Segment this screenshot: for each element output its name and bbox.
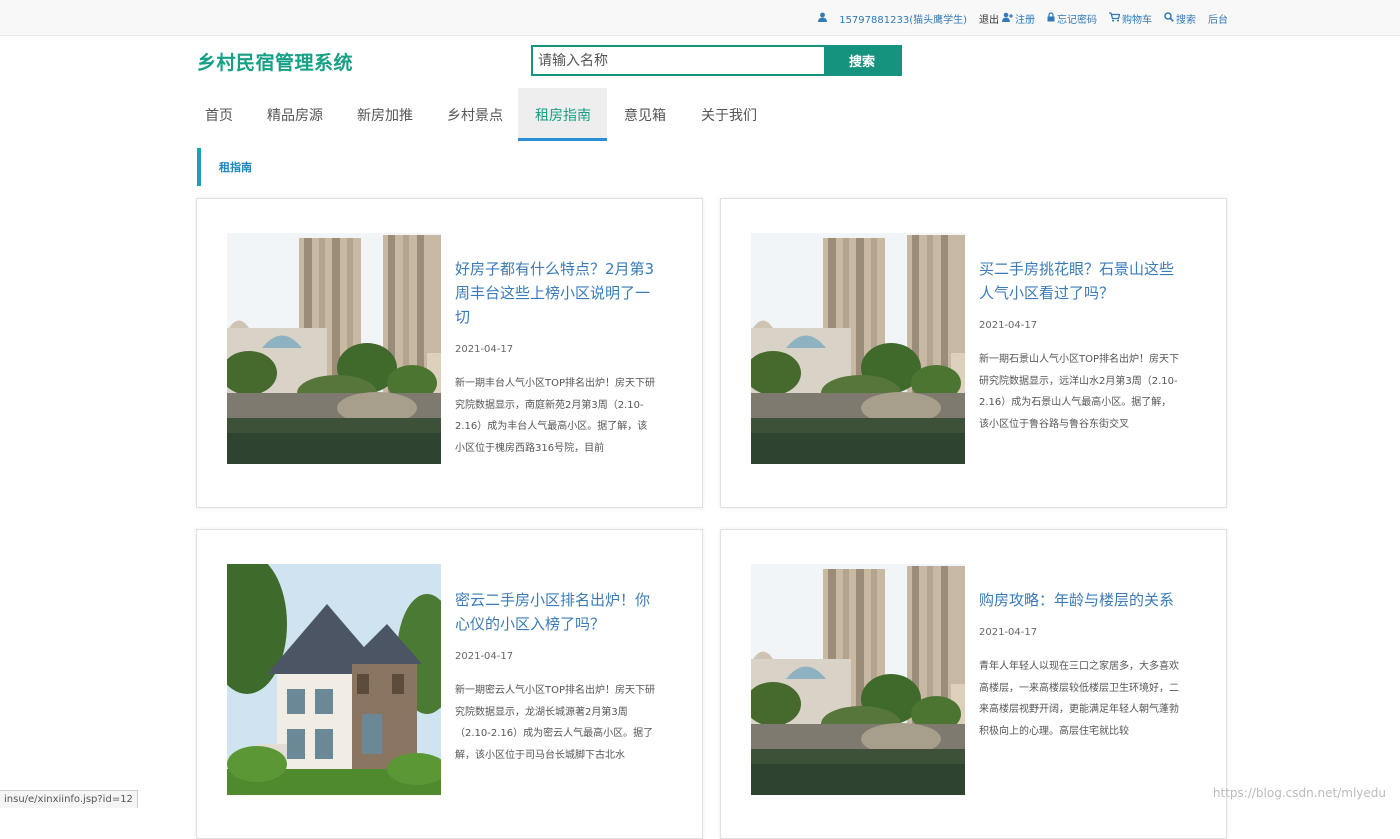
nav-feedback[interactable]: 意见箱: [607, 88, 681, 141]
nav-new-listings[interactable]: 新房加推: [338, 88, 428, 141]
forgot-password-label: 忘记密码: [1057, 14, 1097, 26]
article-title[interactable]: 买二手房挑花眼？石景山这些人气小区看过了吗？: [979, 257, 1179, 305]
article-summary: 新一期密云人气小区TOP排名出炉！房天下研究院数据显示，龙湖长城源著2月第3周（…: [455, 685, 655, 761]
nav-about[interactable]: 关于我们: [681, 88, 772, 141]
watermark-text: https://blog.csdn.net/mlyedu: [1212, 786, 1386, 800]
building-photo[interactable]: [751, 233, 965, 464]
villa-photo[interactable]: [227, 564, 441, 795]
article-summary: 青年人年轻人以现在三口之家居多，大多喜欢高楼层，一来高楼层较低楼层卫生环境好，二…: [979, 661, 1179, 737]
article-card[interactable]: 密云二手房小区排名出炉！你心仪的小区入榜了吗？ 2021-04-17 新一期密云…: [196, 529, 703, 839]
article-info: 买二手房挑花眼？石景山这些人气小区看过了吗？ 2021-04-17 新一期石景山…: [979, 257, 1179, 435]
cart-label: 购物车: [1122, 14, 1152, 26]
article-date: 2021-04-17: [455, 651, 514, 662]
search-input[interactable]: [533, 47, 824, 74]
search-icon: [1164, 11, 1174, 25]
article-summary: 新一期丰台人气小区TOP排名出炉！房天下研究院数据显示，南庭新苑2月第3周（2.…: [455, 378, 655, 454]
search-link[interactable]: 搜索: [1164, 11, 1196, 26]
top-bar: 15797881233(猫头鹰学生) 退出 注册 忘记密码 购物车 搜索 后台: [0, 0, 1400, 36]
article-card[interactable]: 好房子都有什么特点？2月第3周丰台这些上榜小区说明了一切 2021-04-17 …: [196, 198, 703, 508]
building-photo[interactable]: [751, 564, 965, 795]
article-card[interactable]: 买二手房挑花眼？石景山这些人气小区看过了吗？ 2021-04-17 新一期石景山…: [720, 198, 1227, 508]
browser-status-bar: insu/e/xinxiinfo.jsp?id=12: [0, 790, 138, 808]
main-nav: 首页 精品房源 新房加推 乡村景点 租房指南 意见箱 关于我们: [197, 88, 772, 141]
article-date: 2021-04-17: [979, 320, 1038, 331]
search-link-label: 搜索: [1176, 14, 1196, 26]
cart-icon: [1109, 11, 1121, 25]
article-title[interactable]: 密云二手房小区排名出炉！你心仪的小区入榜了吗？: [455, 588, 655, 636]
article-title[interactable]: 好房子都有什么特点？2月第3周丰台这些上榜小区说明了一切: [455, 257, 655, 329]
top-links: 15797881233(猫头鹰学生) 退出 注册 忘记密码 购物车 搜索 后台: [806, 0, 1228, 36]
article-title[interactable]: 购房攻略：年龄与楼层的关系: [979, 588, 1179, 612]
article-info: 密云二手房小区排名出炉！你心仪的小区入榜了吗？ 2021-04-17 新一期密云…: [455, 588, 655, 766]
lock-icon: [1047, 11, 1055, 25]
nav-home[interactable]: 首页: [197, 88, 248, 141]
user-icon: [818, 12, 828, 25]
nav-rental-guide[interactable]: 租房指南: [518, 88, 607, 141]
admin-link[interactable]: 后台: [1208, 11, 1228, 26]
register-link[interactable]: 注册: [1002, 11, 1035, 26]
section-title: 租指南: [197, 148, 252, 186]
user-plus-icon: [1002, 12, 1013, 25]
article-date: 2021-04-17: [979, 627, 1038, 638]
search-button[interactable]: 搜索: [824, 47, 900, 74]
nav-attractions[interactable]: 乡村景点: [428, 88, 518, 141]
forgot-password-link[interactable]: 忘记密码: [1047, 11, 1097, 26]
nav-featured-listings[interactable]: 精品房源: [248, 88, 338, 141]
register-label: 注册: [1015, 14, 1035, 26]
article-info: 好房子都有什么特点？2月第3周丰台这些上榜小区说明了一切 2021-04-17 …: [455, 257, 655, 459]
brand-title[interactable]: 乡村民宿管理系统: [197, 48, 353, 75]
cart-link[interactable]: 购物车: [1109, 11, 1152, 26]
article-summary: 新一期石景山人气小区TOP排名出炉！房天下研究院数据显示，远洋山水2月第3周（2…: [979, 354, 1179, 430]
article-date: 2021-04-17: [455, 344, 514, 355]
building-photo[interactable]: [227, 233, 441, 464]
user-label: 15797881233(猫头鹰学生): [839, 14, 967, 26]
article-card[interactable]: 购房攻略：年龄与楼层的关系 2021-04-17 青年人年轻人以现在三口之家居多…: [720, 529, 1227, 839]
article-info: 购房攻略：年龄与楼层的关系 2021-04-17 青年人年轻人以现在三口之家居多…: [979, 588, 1179, 742]
user-link[interactable]: 15797881233(猫头鹰学生): [818, 11, 967, 26]
logout-link[interactable]: 退出: [979, 11, 999, 26]
search-form: 搜索: [531, 45, 902, 76]
